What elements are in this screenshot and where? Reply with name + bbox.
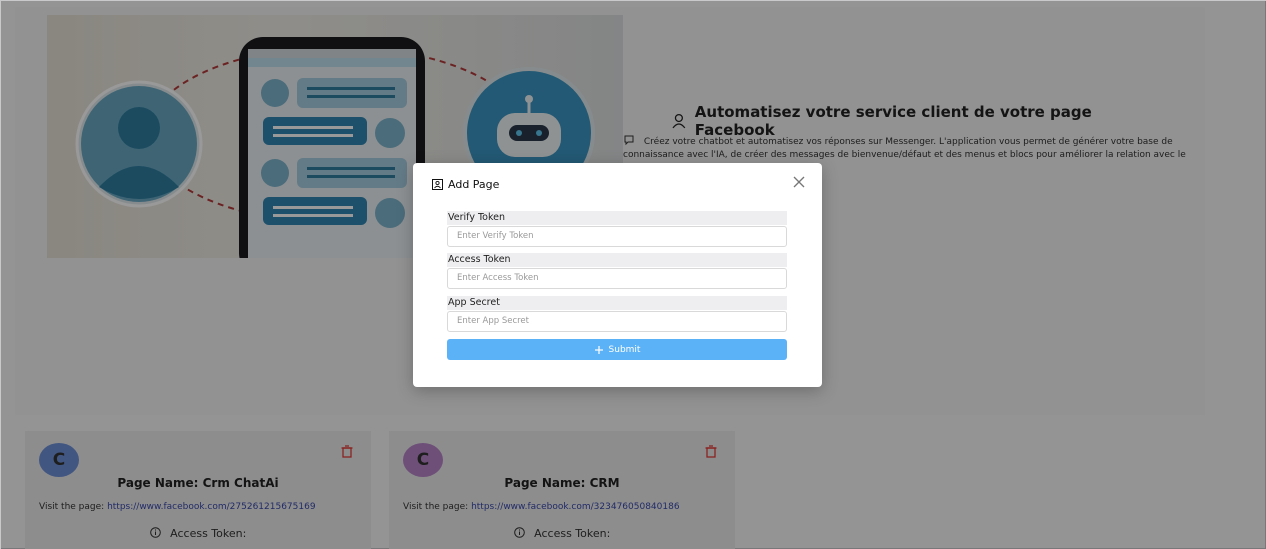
modal-title: Add Page [432,178,499,191]
add-page-modal: Add Page Verify Token Enter Verify Token… [413,163,822,387]
plus-icon [594,345,603,354]
access-token-label: Access Token [447,253,787,267]
app-secret-label: App Secret [447,296,787,310]
modal-title-text: Add Page [448,178,500,191]
access-token-input[interactable]: Enter Access Token [447,268,787,289]
app-frame: Automatisez votre service client de votr… [0,0,1266,549]
verify-token-label: Verify Token [447,211,787,225]
verify-token-input[interactable]: Enter Verify Token [447,226,787,247]
close-icon[interactable] [792,175,806,189]
submit-label: Submit [608,344,641,355]
submit-button[interactable]: Submit [447,339,787,360]
app-secret-input[interactable]: Enter App Secret [447,311,787,332]
page-icon [432,179,443,190]
